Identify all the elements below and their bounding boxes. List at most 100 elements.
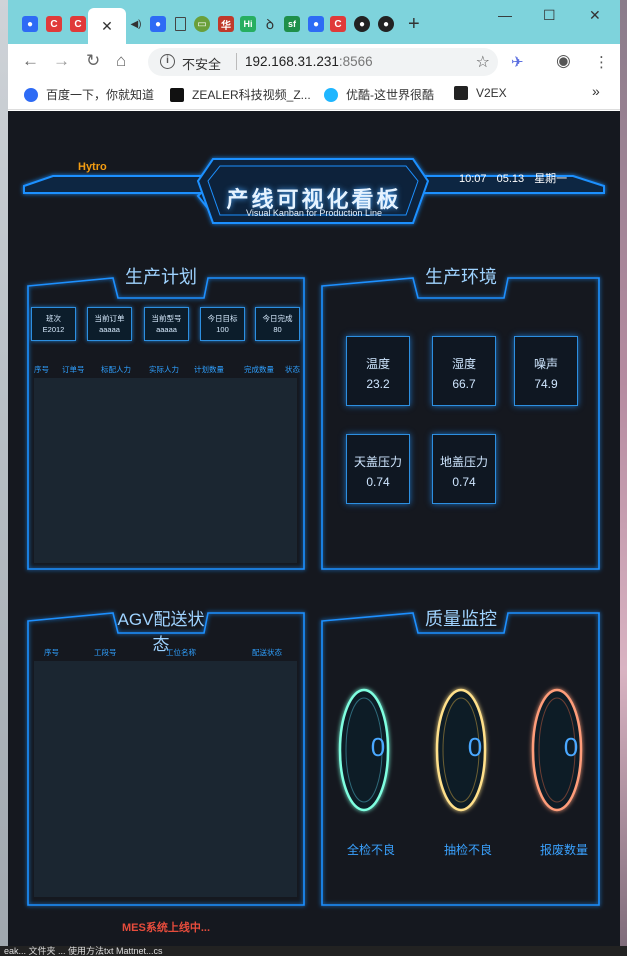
tab-huapai[interactable]: 华 bbox=[216, 12, 236, 36]
quality-panel-title: 质量监控 bbox=[425, 609, 497, 629]
minimize-button[interactable]: — bbox=[498, 6, 512, 24]
new-tab-button[interactable]: + bbox=[408, 14, 420, 34]
c-red-icon: C bbox=[46, 16, 62, 32]
tab-audio[interactable]: ◀) bbox=[126, 12, 146, 36]
insecure-label: 不安全 bbox=[182, 57, 222, 72]
gamepad-icon: ▭ bbox=[194, 16, 210, 32]
speaker-icon: ◀) bbox=[130, 18, 142, 30]
bookmark-v2ex[interactable]: V2EX bbox=[454, 86, 507, 100]
clock-time: 10:07 bbox=[459, 173, 487, 185]
tab-github-2[interactable]: ● bbox=[376, 12, 396, 36]
plan-col-index: 序号 bbox=[34, 365, 49, 374]
clock-weekday: 星期一 bbox=[534, 173, 568, 185]
agv-panel: 序号 工段号 工位名称 配送状态 bbox=[28, 633, 304, 904]
baidu-paw-icon bbox=[24, 87, 38, 102]
spiral-icon: ꝺ bbox=[265, 15, 275, 32]
agv-col-section: 工段号 bbox=[94, 648, 117, 657]
huapai-icon: 华 bbox=[218, 16, 234, 32]
sf-icon: sf bbox=[284, 16, 300, 32]
env-temperature: 温度 23.2 bbox=[346, 336, 410, 406]
address-separator bbox=[236, 53, 237, 70]
tab-hi[interactable]: Hi bbox=[238, 12, 258, 36]
bookmarks-bar: 百度一下，你就知道 ZEALER科技视频_Z... 优酷-这世界很酷 V2EX … bbox=[8, 78, 620, 110]
close-window-button[interactable]: ✕ bbox=[589, 6, 601, 24]
agv-col-status: 配送状态 bbox=[252, 648, 282, 657]
tab-c-2[interactable]: C bbox=[68, 12, 88, 36]
tab-document[interactable] bbox=[170, 12, 190, 36]
extension-icon[interactable]: ✈ bbox=[511, 53, 524, 71]
tab-active[interactable]: ✕ bbox=[88, 8, 126, 44]
stat-value: E2012 bbox=[42, 325, 65, 334]
bookmark-youku[interactable]: 优酷-这世界很酷 bbox=[324, 86, 434, 103]
url-port: :8566 bbox=[338, 54, 373, 69]
hi-icon: Hi bbox=[240, 16, 256, 32]
bookmark-star-icon[interactable]: ☆ bbox=[476, 52, 490, 72]
tab-c-1[interactable]: C bbox=[44, 12, 64, 36]
baidu-paw-icon: ● bbox=[22, 16, 38, 32]
agv-table-body bbox=[34, 661, 297, 897]
tab-baidu-3[interactable]: ● bbox=[306, 12, 326, 36]
stat-label: 当前订单 bbox=[94, 314, 125, 323]
quality-label-scrap: 报废数量 bbox=[539, 843, 588, 857]
address-bar[interactable]: i 不安全 192.168.31.231:8566 ☆ bbox=[148, 48, 498, 76]
stat-label: 班次 bbox=[46, 314, 61, 323]
env-value: 0.74 bbox=[366, 475, 390, 489]
baidu-paw-icon: ● bbox=[150, 16, 166, 32]
plan-col-order: 订单号 bbox=[62, 365, 85, 374]
stat-current-order: 当前订单 aaaaa bbox=[87, 307, 132, 341]
stat-shift: 班次 E2012 bbox=[31, 307, 76, 341]
tab-baidu[interactable]: ● bbox=[20, 12, 40, 36]
quality-value-full-check: 0 bbox=[370, 732, 386, 762]
menu-icon[interactable]: ⋮ bbox=[594, 53, 609, 71]
document-icon bbox=[174, 17, 186, 31]
home-icon[interactable]: ⌂ bbox=[116, 52, 126, 70]
c-red-icon: C bbox=[70, 16, 86, 32]
tab-github-1[interactable]: ● bbox=[352, 12, 372, 36]
env-panel-title: 生产环境 bbox=[425, 267, 497, 287]
plan-col-done-qty: 完成数量 bbox=[244, 365, 274, 374]
env-top-pressure: 天盖压力 0.74 bbox=[346, 434, 410, 504]
stat-value: 80 bbox=[273, 325, 282, 334]
stat-value: 100 bbox=[216, 325, 229, 334]
desktop-background-right bbox=[619, 0, 627, 956]
close-icon[interactable]: ✕ bbox=[101, 18, 113, 35]
plan-panel-title: 生产计划 bbox=[125, 267, 197, 287]
bookmark-baidu[interactable]: 百度一下，你就知道 bbox=[24, 86, 154, 103]
env-panel: 温度 23.2 湿度 66.7 噪声 74.9 天盖压力 0.74 地盖压力 0… bbox=[322, 298, 599, 568]
c-red-icon: C bbox=[330, 16, 346, 32]
tab-strip: ● C C ✕ ◀) ● ▭ 华 Hi ꝺ sf ● C ● ● + — ☐ ✕ bbox=[8, 0, 620, 44]
reload-icon[interactable]: ↻ bbox=[86, 52, 100, 70]
env-value: 66.7 bbox=[452, 377, 476, 391]
stat-value: aaaaa bbox=[156, 325, 177, 334]
youku-icon bbox=[324, 87, 338, 102]
baidu-paw-icon: ● bbox=[308, 16, 324, 32]
tab-baidu-2[interactable]: ● bbox=[148, 12, 168, 36]
maximize-button[interactable]: ☐ bbox=[543, 6, 556, 24]
stat-label: 当前型号 bbox=[151, 314, 182, 323]
env-bottom-pressure: 地盖压力 0.74 bbox=[432, 434, 496, 504]
company-logo: Hytro bbox=[78, 161, 107, 173]
plan-col-actual-staff: 实际人力 bbox=[149, 365, 179, 374]
bookmark-zealer[interactable]: ZEALER科技视频_Z... bbox=[170, 86, 311, 103]
agv-col-index: 序号 bbox=[44, 648, 59, 657]
stat-today-done: 今日完成 80 bbox=[255, 307, 300, 341]
tab-game[interactable]: ▭ bbox=[192, 12, 212, 36]
info-icon[interactable]: i bbox=[160, 54, 175, 69]
clock-date: 05.13 bbox=[496, 173, 525, 185]
agv-col-station: 工位名称 bbox=[166, 648, 196, 657]
tab-c-3[interactable]: C bbox=[328, 12, 348, 36]
stat-current-model: 当前型号 aaaaa bbox=[144, 307, 189, 341]
more-bookmarks-button[interactable]: » bbox=[592, 83, 600, 99]
quality-panel: 0 0 0 全检不良 抽检不良 报废数量 bbox=[322, 633, 599, 904]
page-subtitle: Visual Kanban for Production Line bbox=[246, 208, 382, 218]
github-icon: ● bbox=[378, 16, 394, 32]
tab-spiral[interactable]: ꝺ bbox=[260, 12, 280, 36]
github-icon: ● bbox=[354, 16, 370, 32]
env-label: 地盖压力 bbox=[439, 455, 488, 469]
profile-icon[interactable]: ◉ bbox=[556, 51, 571, 71]
back-arrow-icon[interactable]: ← bbox=[22, 52, 39, 70]
url-text[interactable]: 192.168.31.231:8566 bbox=[245, 54, 373, 69]
tab-sf[interactable]: sf bbox=[282, 12, 302, 36]
bookmark-label: V2EX bbox=[476, 86, 507, 100]
forward-arrow-icon[interactable]: → bbox=[53, 52, 70, 70]
